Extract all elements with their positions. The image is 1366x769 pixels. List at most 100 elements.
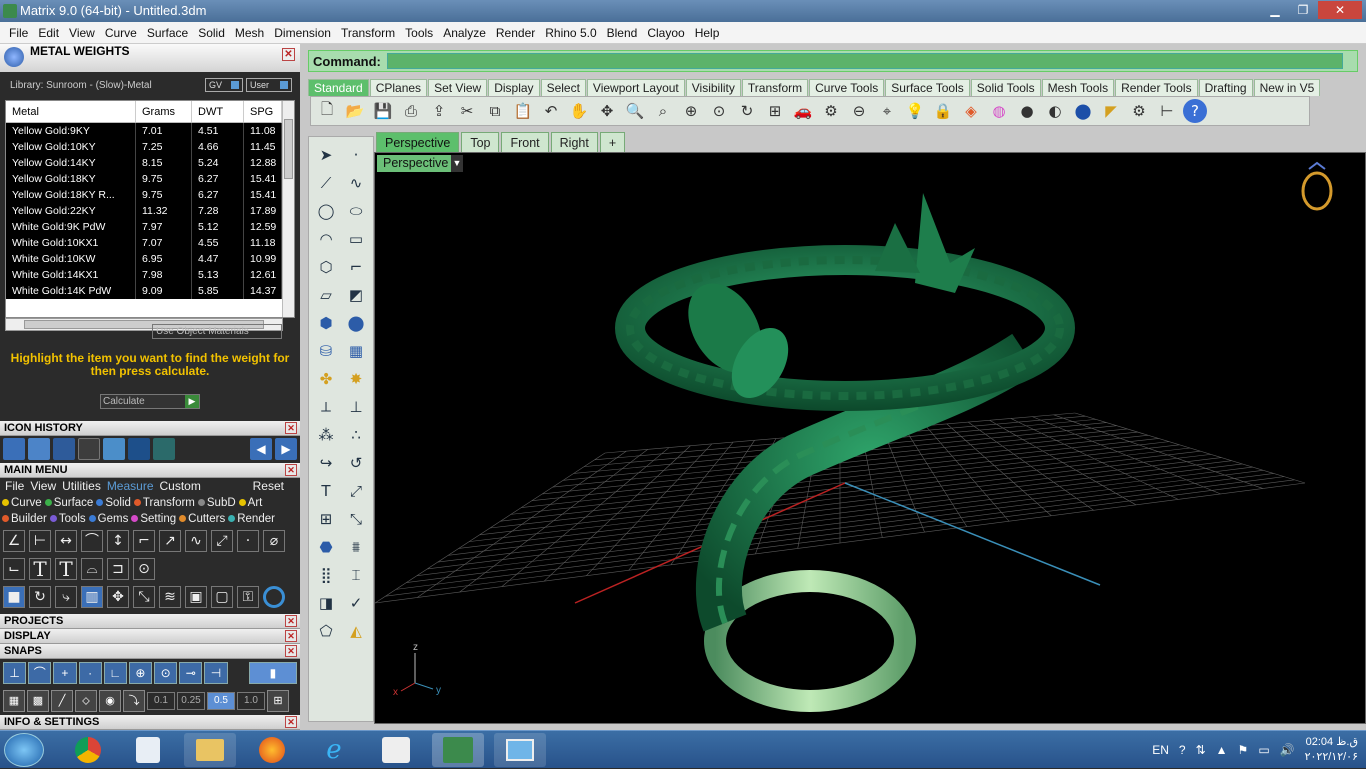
snap-near-icon[interactable]: ⌒ (28, 662, 52, 684)
circle-icon[interactable]: ◯ (311, 197, 341, 225)
matrix-app-icon[interactable] (432, 733, 484, 767)
snaps-header[interactable]: SNAPS ✕ (0, 644, 300, 659)
snap-perp-icon[interactable]: ∟ (103, 662, 127, 684)
linear-dim-icon[interactable]: ↔ (55, 530, 77, 552)
category-tools[interactable]: Tools (49, 511, 89, 527)
menu-curve[interactable]: Curve (100, 22, 142, 44)
box-icon[interactable]: ▩ (27, 690, 49, 712)
icon-history-header[interactable]: ICON HISTORY ✕ (0, 421, 300, 436)
snap-mid-icon[interactable]: · (78, 662, 102, 684)
category-subd[interactable]: SubD (197, 495, 239, 511)
planar-icon[interactable]: ⬦ (75, 690, 97, 712)
arc-icon[interactable]: ◠ (311, 225, 341, 253)
flag-icon[interactable]: ⚑ (1238, 743, 1249, 757)
array-icon[interactable]: ⩩ (341, 533, 371, 561)
mesh-icon[interactable]: ▦ (341, 337, 371, 365)
snap-value-1[interactable]: 0.25 (177, 692, 205, 710)
reset-button[interactable]: Reset (250, 478, 300, 495)
perspective-viewport[interactable]: z x y Perspective ▼ (374, 152, 1366, 724)
figure-icon[interactable] (128, 438, 150, 460)
viewport-label[interactable]: Perspective ▼ (377, 155, 463, 172)
surface-icon[interactable]: ▱ (311, 281, 341, 309)
category-setting[interactable]: Setting (131, 511, 179, 527)
lock-icon[interactable]: 🔒 (931, 99, 955, 123)
calculate-button[interactable]: Calculate ▶ (100, 394, 200, 409)
car-icon[interactable]: 🚗 (791, 99, 815, 123)
close-icon[interactable]: ✕ (282, 48, 295, 61)
rotate-view-icon[interactable]: ↻ (735, 99, 759, 123)
snap-point-icon[interactable]: + (53, 662, 77, 684)
close-icon[interactable]: ✕ (285, 630, 297, 642)
measure-icon[interactable] (78, 438, 100, 460)
curve-offset-icon[interactable]: ↪ (311, 449, 341, 477)
category-gems[interactable]: Gems (88, 511, 132, 527)
menu-analyze[interactable]: Analyze (438, 22, 491, 44)
gear-icon[interactable] (53, 438, 75, 460)
mirror-icon[interactable]: ▥ (81, 586, 103, 608)
info-settings-header[interactable]: INFO & SETTINGS ✕ (0, 715, 300, 730)
menu-surface[interactable]: Surface (142, 22, 193, 44)
render-icon[interactable]: ⬠ (311, 617, 341, 645)
cplane-icon[interactable]: ⊖ (847, 99, 871, 123)
extrude-icon[interactable]: ◩ (341, 281, 371, 309)
tab-front[interactable]: Front (501, 132, 549, 152)
boolean-icon[interactable]: ⬤ (341, 309, 371, 337)
ungroup-icon[interactable]: ▢ (211, 586, 233, 608)
table-vertical-scrollbar[interactable] (282, 101, 294, 317)
close-icon[interactable]: ✕ (285, 464, 297, 476)
zoom-icon[interactable]: 🔍 (623, 99, 647, 123)
undo-icon[interactable]: ↶ (539, 99, 563, 123)
snap-center-icon[interactable]: ⊕ (128, 662, 153, 684)
ring-icon[interactable] (263, 586, 285, 608)
open-folder-icon[interactable]: 📂 (343, 99, 367, 123)
category-cutters[interactable]: Cutters (179, 511, 228, 527)
menu-blend[interactable]: Blend (602, 22, 643, 44)
clock[interactable]: 02:04 ق.ظ ۲۰۲۲/۱۲/۰۶ (1305, 735, 1358, 765)
use-object-materials-button[interactable]: Use Object Materials (152, 324, 282, 339)
menu-solid[interactable]: Solid (193, 22, 230, 44)
tab-custom[interactable]: Custom (157, 478, 204, 495)
table-row[interactable]: White Gold:14K PdW 9.09 5.85 14.37 (6, 283, 294, 299)
menu-clayoo[interactable]: Clayoo (642, 22, 689, 44)
menu-tools[interactable]: Tools (400, 22, 438, 44)
snap-quad-icon[interactable]: ⊙ (154, 662, 178, 684)
layers-icon[interactable]: ◈ (959, 99, 983, 123)
tab-new-in-v5[interactable]: New in V5 (1253, 79, 1321, 96)
text-icon[interactable]: T (29, 558, 51, 580)
user-toggle[interactable]: User (246, 78, 292, 92)
tab-standard[interactable]: Standard (308, 79, 369, 96)
tab-viewport-layout[interactable]: Viewport Layout (586, 79, 685, 96)
tab-transform[interactable]: Transform (741, 79, 809, 96)
category-transform[interactable]: Transform (133, 495, 198, 511)
tab-utilities[interactable]: Utilities (59, 478, 104, 495)
tab-cplanes[interactable]: CPlanes (369, 79, 428, 96)
snap-tan-icon[interactable]: ⊸ (179, 662, 203, 684)
dimension-icon[interactable]: ⌶ (341, 561, 371, 589)
fillet-icon[interactable]: ⌐ (341, 253, 371, 281)
orient-icon[interactable]: ⤡ (341, 505, 371, 533)
tab-drafting[interactable]: Drafting (1198, 79, 1253, 96)
bracket-icon[interactable]: ⊐ (107, 558, 129, 580)
rotate-icon[interactable]: ↻ (29, 586, 51, 608)
gauge-icon[interactable]: ⊙ (133, 558, 155, 580)
close-icon[interactable]: ✕ (285, 615, 297, 627)
scroll-thumb[interactable] (284, 119, 293, 179)
settings-gear-icon[interactable]: ⚙ (1127, 99, 1151, 123)
table-row[interactable]: White Gold:10KW 6.95 4.47 10.99 (6, 251, 294, 267)
curve-icon[interactable]: ∿ (341, 169, 371, 197)
tab-mesh-tools[interactable]: Mesh Tools (1041, 79, 1115, 96)
blend-curve-icon[interactable]: ↺ (341, 449, 371, 477)
volume-icon[interactable]: 🔊 (1280, 743, 1295, 757)
arrow-left-icon[interactable]: ◀ (250, 438, 272, 460)
curve-length-icon[interactable]: ∿ (185, 530, 207, 552)
rectangle-icon[interactable]: ▭ (341, 225, 371, 253)
snap-value-2[interactable]: 0.5 (207, 692, 235, 710)
chrome-icon[interactable] (62, 733, 114, 767)
cube-icon[interactable]: ■ (3, 586, 25, 608)
menu-edit[interactable]: Edit (33, 22, 64, 44)
lock-icon[interactable]: ⚿ (237, 586, 259, 608)
display-icon[interactable]: ▭ (1258, 743, 1269, 757)
polygon-icon[interactable]: ⬡ (311, 253, 341, 281)
zoom-selected-icon[interactable]: ⊙ (707, 99, 731, 123)
gv-toggle[interactable]: GV (205, 78, 243, 92)
